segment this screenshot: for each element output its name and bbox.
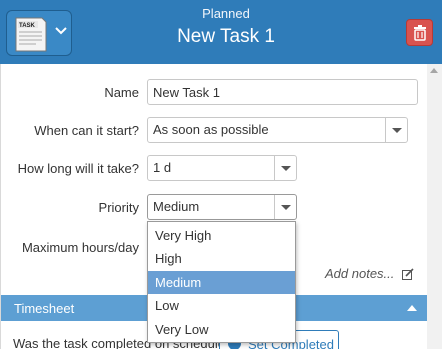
timesheet-title: Timesheet xyxy=(14,301,75,316)
task-status: Planned xyxy=(202,6,250,21)
task-title: New Task 1 xyxy=(177,26,275,47)
priority-option[interactable]: Very Low xyxy=(148,318,295,341)
name-label: Name xyxy=(104,85,139,100)
duration-select[interactable]: 1 d xyxy=(147,155,297,181)
priority-option[interactable]: High xyxy=(148,247,295,270)
add-notes-link[interactable]: Add notes... xyxy=(325,266,394,281)
priority-option[interactable]: Low xyxy=(148,294,295,317)
priority-option[interactable]: Very High xyxy=(148,224,295,247)
name-field[interactable] xyxy=(147,79,418,105)
max-hours-label: Maximum hours/day xyxy=(21,240,139,255)
chevron-down-icon xyxy=(274,195,296,219)
trash-icon xyxy=(414,25,426,41)
start-select-value: As soon as possible xyxy=(153,122,269,137)
scroll-up-arrow[interactable] xyxy=(430,68,438,73)
priority-dropdown-list: Very High High Medium Low Very Low xyxy=(147,221,296,343)
start-label: When can it start? xyxy=(34,123,139,138)
chevron-down-icon xyxy=(274,156,296,180)
priority-select-value: Medium xyxy=(153,199,200,214)
edit-icon[interactable] xyxy=(402,268,414,280)
start-select[interactable]: As soon as possible xyxy=(147,117,408,143)
duration-select-value: 1 d xyxy=(153,160,172,175)
scrollbar[interactable] xyxy=(427,64,442,349)
priority-select[interactable]: Medium xyxy=(147,194,297,220)
priority-option-selected[interactable]: Medium xyxy=(148,271,295,294)
chevron-down-icon xyxy=(385,118,407,142)
task-header: TASK Planned New Task 1 xyxy=(0,0,442,64)
collapse-icon xyxy=(407,305,417,311)
duration-label: How long will it take? xyxy=(17,161,139,176)
delete-button[interactable] xyxy=(406,19,433,46)
priority-label: Priority xyxy=(98,200,139,215)
